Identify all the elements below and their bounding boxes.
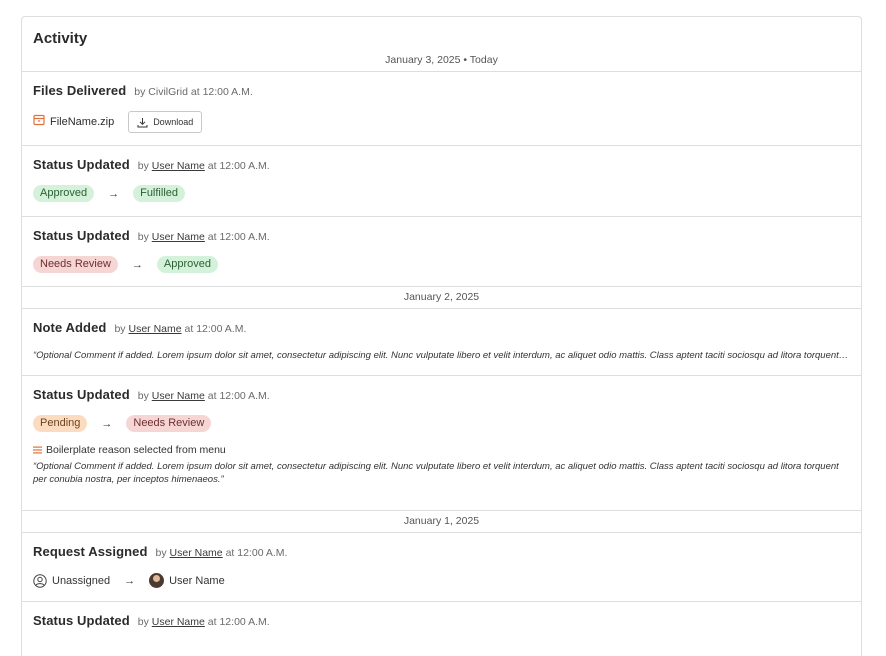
assign-to: User Name: [169, 574, 225, 587]
event-note-added: Note Added by User Name at 12:00 A.M. “O…: [22, 309, 861, 376]
event-time: at 12:00 A.M.: [184, 323, 247, 335]
date-header: January 3, 2025 • Today: [22, 50, 861, 72]
arrow-icon: →: [124, 574, 136, 587]
event-meta: by User Name at 12:00 A.M.: [138, 160, 270, 172]
user-circle-icon: [33, 573, 47, 588]
event-time: at 12:00 A.M.: [225, 547, 288, 559]
assignment-change: Unassigned → User Name: [33, 573, 850, 588]
reason-row: Boilerplate reason selected from menu: [33, 444, 850, 456]
by-prefix: by: [134, 86, 146, 98]
user-link[interactable]: User Name: [152, 390, 205, 402]
event-title: Status Updated: [33, 157, 130, 172]
event-status-updated: Status Updated by User Name at 12:00 A.M…: [22, 602, 861, 656]
event-header: Status Updated by User Name at 12:00 A.M…: [33, 217, 850, 243]
event-request-assigned: Request Assigned by User Name at 12:00 A…: [22, 533, 861, 602]
assign-from: Unassigned: [52, 574, 111, 587]
download-icon: [137, 117, 148, 127]
event-header: Status Updated by User Name at 12:00 A.M…: [33, 376, 850, 402]
event-title: Request Assigned: [33, 544, 148, 559]
note-comment: “Optional Comment if added. Lorem ipsum …: [33, 350, 850, 361]
status-badge-to: Approved: [156, 256, 219, 273]
event-header: Note Added by User Name at 12:00 A.M.: [33, 309, 850, 335]
status-badge-from: Approved: [33, 185, 95, 202]
event-status-updated: Status Updated by User Name at 12:00 A.M…: [22, 217, 861, 287]
event-meta: by User Name at 12:00 A.M.: [138, 390, 270, 402]
user-link[interactable]: User Name: [128, 323, 181, 335]
event-title: Files Delivered: [33, 83, 127, 98]
avatar: [149, 573, 165, 588]
file-row: FileName.zip Download: [33, 111, 850, 133]
status-badge-to: Fulfilled: [133, 185, 185, 202]
event-header: Files Delivered by CivilGrid at 12:00 A.…: [33, 72, 850, 98]
by-prefix: by: [137, 390, 149, 402]
by-prefix: by: [155, 547, 167, 559]
user-link[interactable]: User Name: [152, 231, 205, 243]
event-meta: by User Name at 12:00 A.M.: [138, 616, 270, 628]
panel-title: Activity: [33, 30, 88, 47]
file-icon: [33, 113, 45, 131]
event-meta: by User Name at 12:00 A.M.: [114, 323, 246, 335]
arrow-icon: →: [101, 417, 113, 430]
event-time: at 12:00 A.M.: [207, 616, 270, 628]
status-badge-from: Needs Review: [33, 256, 118, 273]
event-header: Request Assigned by User Name at 12:00 A…: [33, 533, 850, 559]
reason-text: Boilerplate reason selected from menu: [46, 444, 226, 456]
activity-panel: Activity January 3, 2025 • Today Files D…: [21, 16, 862, 656]
event-time: at 12:00 A.M.: [190, 86, 253, 98]
arrow-icon: →: [108, 187, 120, 200]
date-header: January 2, 2025: [22, 287, 861, 309]
event-time: at 12:00 A.M.: [207, 160, 270, 172]
status-change: Needs Review → Approved: [33, 256, 850, 273]
event-title: Status Updated: [33, 228, 130, 243]
by-prefix: by: [137, 231, 149, 243]
user-link[interactable]: User Name: [152, 160, 205, 172]
user-link[interactable]: User Name: [170, 547, 223, 559]
list-icon: [33, 446, 42, 454]
file-name[interactable]: FileName.zip: [50, 116, 114, 128]
event-title: Note Added: [33, 320, 107, 335]
by-prefix: by: [137, 616, 149, 628]
event-header: Status Updated by User Name at 12:00 A.M…: [33, 602, 850, 628]
status-change: Pending → Needs Review: [33, 415, 850, 432]
event-meta: by User Name at 12:00 A.M.: [156, 547, 288, 559]
download-label: Download: [153, 117, 194, 127]
event-title: Status Updated: [33, 613, 130, 628]
event-status-updated: Status Updated by User Name at 12:00 A.M…: [22, 146, 861, 217]
status-change: Approved → Fulfilled: [33, 185, 850, 202]
event-files-delivered: Files Delivered by CivilGrid at 12:00 A.…: [22, 72, 861, 146]
download-button[interactable]: Download: [128, 111, 203, 133]
event-status-updated: Status Updated by User Name at 12:00 A.M…: [22, 376, 861, 511]
status-badge-to: Needs Review: [126, 415, 212, 432]
by-name: CivilGrid: [148, 86, 188, 98]
event-meta: by User Name at 12:00 A.M.: [138, 231, 270, 243]
event-meta: by CivilGrid at 12:00 A.M.: [134, 86, 252, 98]
by-prefix: by: [114, 323, 126, 335]
status-badge-from: Pending: [33, 415, 88, 432]
status-comment: “Optional Comment if added. Lorem ipsum …: [33, 461, 839, 485]
date-header: January 1, 2025: [22, 511, 861, 533]
user-link[interactable]: User Name: [152, 616, 205, 628]
event-header: Status Updated by User Name at 12:00 A.M…: [33, 146, 850, 172]
by-prefix: by: [137, 160, 149, 172]
event-title: Status Updated: [33, 387, 130, 402]
arrow-icon: →: [131, 258, 143, 271]
event-time: at 12:00 A.M.: [207, 231, 270, 243]
event-time: at 12:00 A.M.: [207, 390, 270, 402]
